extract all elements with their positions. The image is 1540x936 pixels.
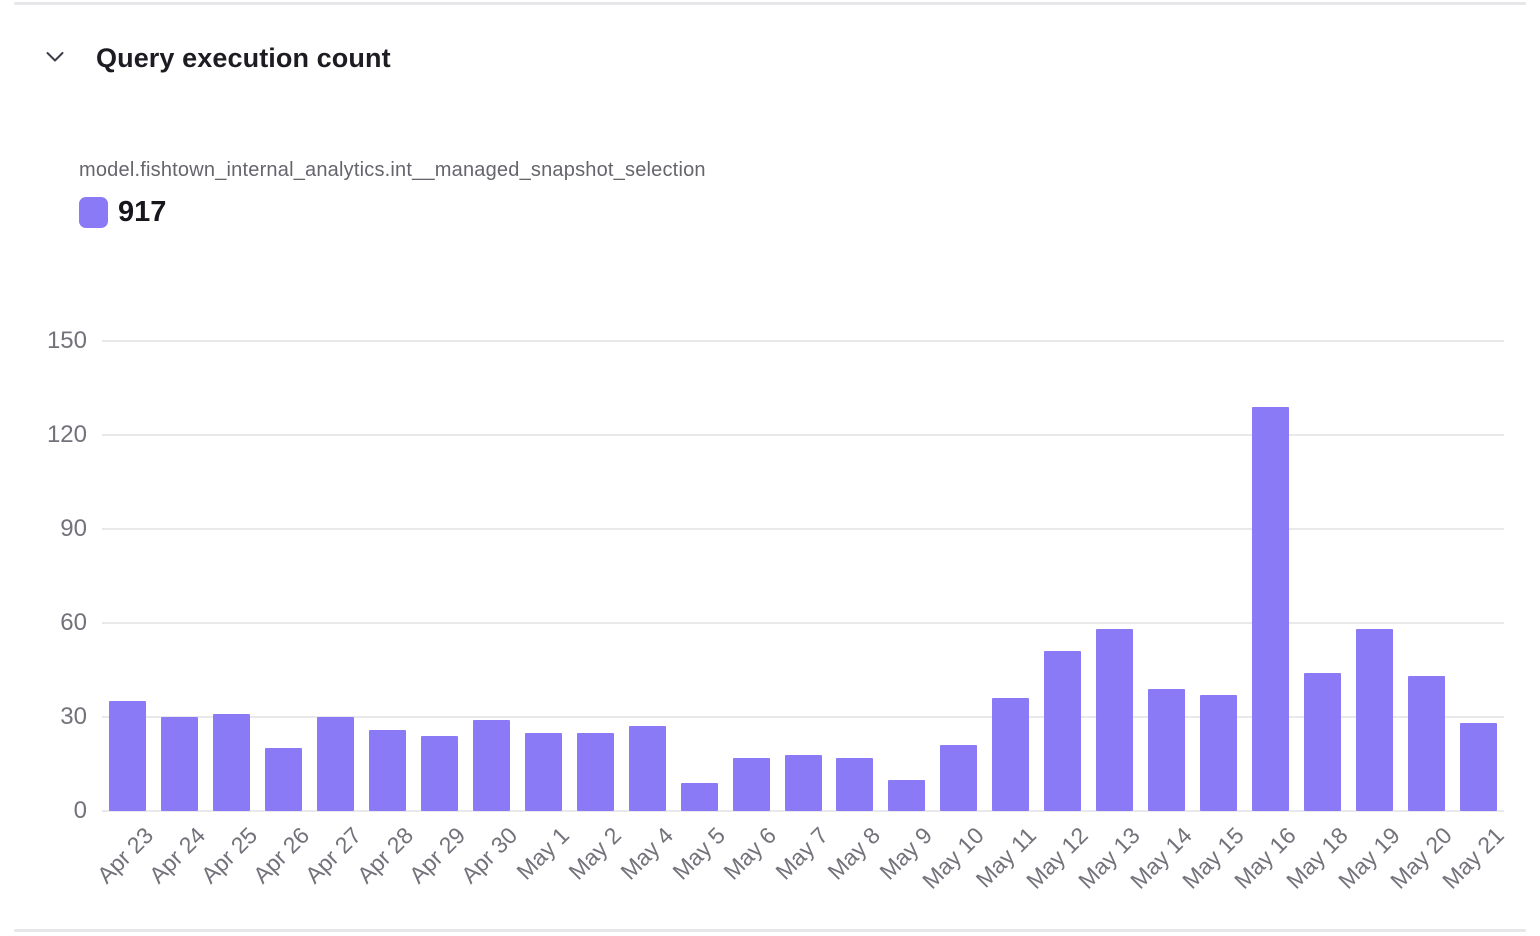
gridline xyxy=(102,622,1504,624)
x-tick-label: Apr 28 xyxy=(352,822,419,889)
bar[interactable] xyxy=(265,748,302,811)
x-tick-label: May 5 xyxy=(667,822,730,885)
x-tick-label: May 7 xyxy=(771,822,834,885)
bar[interactable] xyxy=(1044,651,1081,811)
x-tick-label: Apr 25 xyxy=(196,822,263,889)
bar[interactable] xyxy=(836,758,873,811)
y-tick-label: 90 xyxy=(27,517,87,541)
x-tick-label: Apr 27 xyxy=(300,822,367,889)
x-tick-label: May 6 xyxy=(719,822,782,885)
gridline xyxy=(102,716,1504,718)
gridline xyxy=(102,528,1504,530)
bar[interactable] xyxy=(1460,723,1497,811)
x-tick-label: May 2 xyxy=(563,822,626,885)
y-tick-label: 120 xyxy=(27,423,87,447)
y-tick-label: 60 xyxy=(27,611,87,635)
bar[interactable] xyxy=(733,758,770,811)
bar[interactable] xyxy=(1408,676,1445,811)
bar[interactable] xyxy=(1252,407,1289,811)
x-tick-label: May 8 xyxy=(823,822,886,885)
bar[interactable] xyxy=(940,745,977,811)
bar[interactable] xyxy=(629,726,666,811)
bar[interactable] xyxy=(992,698,1029,811)
bar-chart: 0306090120150Apr 23Apr 24Apr 25Apr 26Apr… xyxy=(0,0,1540,936)
bar[interactable] xyxy=(369,730,406,811)
x-tick-label: Apr 24 xyxy=(144,822,211,889)
bar[interactable] xyxy=(681,783,718,811)
y-tick-label: 150 xyxy=(27,329,87,353)
panel-bottom-divider xyxy=(14,929,1526,932)
bar[interactable] xyxy=(1148,689,1185,811)
bar[interactable] xyxy=(161,717,198,811)
bar[interactable] xyxy=(888,780,925,811)
x-tick-label: Apr 30 xyxy=(456,822,523,889)
bar[interactable] xyxy=(213,714,250,811)
bar[interactable] xyxy=(1200,695,1237,811)
query-execution-count-panel: Query execution count model.fishtown_int… xyxy=(0,0,1540,936)
x-tick-label: May 1 xyxy=(511,822,574,885)
x-tick-label: Apr 23 xyxy=(92,822,159,889)
bar[interactable] xyxy=(421,736,458,811)
gridline xyxy=(102,434,1504,436)
bar[interactable] xyxy=(1304,673,1341,811)
y-tick-label: 0 xyxy=(27,799,87,823)
bar[interactable] xyxy=(317,717,354,811)
bar[interactable] xyxy=(785,755,822,811)
bar[interactable] xyxy=(1096,629,1133,811)
bar[interactable] xyxy=(473,720,510,811)
bar[interactable] xyxy=(525,733,562,811)
y-tick-label: 30 xyxy=(27,705,87,729)
bar[interactable] xyxy=(1356,629,1393,811)
bar[interactable] xyxy=(577,733,614,811)
x-tick-label: Apr 29 xyxy=(404,822,471,889)
x-tick-label: May 4 xyxy=(615,822,678,885)
x-tick-label: Apr 26 xyxy=(248,822,315,889)
bar[interactable] xyxy=(109,701,146,811)
gridline xyxy=(102,340,1504,342)
